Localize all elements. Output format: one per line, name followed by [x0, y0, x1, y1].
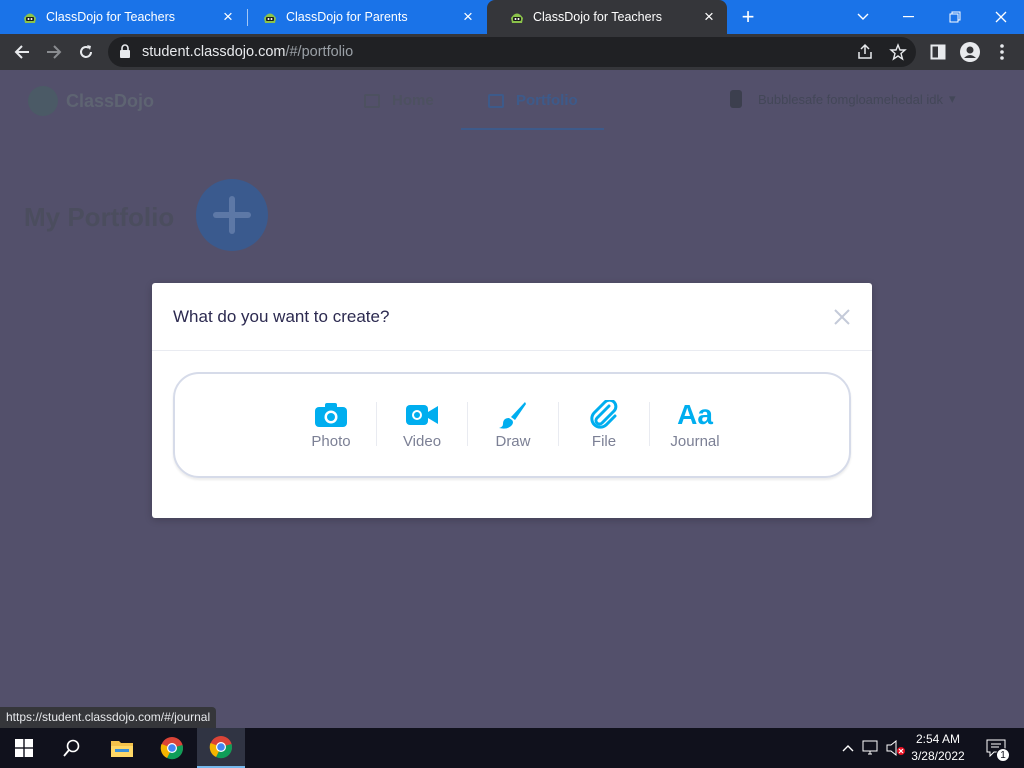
back-button[interactable]: [8, 38, 36, 66]
notification-count-badge: 1: [996, 748, 1010, 762]
tab-close-icon[interactable]: ×: [701, 8, 717, 25]
add-post-button[interactable]: [196, 179, 268, 251]
classdojo-logo-icon: [28, 86, 58, 116]
browser-toolbar: student.classdojo.com/#/portfolio: [0, 34, 1024, 70]
reload-button[interactable]: [72, 38, 100, 66]
tab-close-icon[interactable]: ×: [460, 8, 476, 25]
url-text: student.classdojo.com/#/portfolio: [142, 44, 353, 60]
network-icon[interactable]: [861, 738, 881, 758]
create-modal: What do you want to create? Photo Video: [152, 283, 872, 518]
classdojo-logo[interactable]: ClassDojo: [28, 86, 154, 116]
draw-option[interactable]: Draw: [468, 400, 558, 450]
chrome-active-taskbar-button[interactable]: [197, 728, 245, 768]
active-nav-indicator: [461, 128, 604, 130]
windows-logo-icon: [15, 739, 33, 757]
file-option[interactable]: File: [559, 400, 649, 450]
tab-title: ClassDojo for Teachers: [533, 10, 662, 24]
home-icon: [364, 93, 380, 108]
url-path: /#/portfolio: [285, 44, 354, 60]
user-icon: [730, 90, 742, 108]
chrome-menu-button[interactable]: [988, 38, 1016, 66]
tab-search-icon[interactable]: [840, 0, 886, 34]
chrome-icon: [209, 736, 232, 759]
logo-text: ClassDojo: [66, 90, 155, 111]
side-panel-icon: [930, 44, 946, 60]
classdojo-favicon-icon: [509, 9, 525, 25]
classdojo-favicon-icon: [22, 9, 38, 25]
close-icon[interactable]: [832, 307, 852, 327]
chrome-icon: [160, 737, 183, 760]
tab-close-icon[interactable]: ×: [220, 8, 236, 25]
classdojo-favicon-icon: [262, 9, 278, 25]
clock-time: 2:54 AM: [915, 732, 961, 746]
video-camera-icon: [377, 400, 467, 430]
new-tab-button[interactable]: +: [738, 6, 758, 28]
nav-portfolio[interactable]: Portfolio: [488, 92, 578, 109]
browser-tab-2[interactable]: ClassDojo for Parents ×: [240, 0, 486, 34]
journal-glyph: Aa: [677, 399, 713, 430]
forward-arrow-icon: [47, 45, 62, 59]
page-title: My Portfolio: [24, 202, 175, 232]
file-label: File: [591, 433, 617, 450]
journal-option[interactable]: Aa Journal: [650, 400, 740, 451]
modal-title: What do you want to create?: [173, 307, 390, 326]
back-arrow-icon: [14, 45, 29, 59]
video-option[interactable]: Video: [377, 400, 467, 450]
chevron-down-icon: ▾: [949, 91, 956, 106]
chrome-taskbar-button[interactable]: [148, 728, 196, 768]
nav-home-label: Home: [392, 92, 434, 109]
more-vert-icon: [1000, 44, 1004, 60]
modal-header: What do you want to create?: [152, 283, 872, 351]
browser-tab-3[interactable]: ClassDojo for Teachers ×: [487, 0, 727, 34]
notifications-icon[interactable]: 1: [984, 738, 1010, 762]
tab-title: ClassDojo for Parents: [286, 10, 408, 24]
journal-label: Journal: [670, 433, 720, 450]
start-button[interactable]: [0, 728, 48, 768]
restore-button[interactable]: [932, 0, 978, 34]
photo-label: Photo: [311, 433, 351, 450]
create-options: Photo Video Draw File Aa Journal: [173, 372, 851, 478]
text-aa-icon: Aa: [650, 400, 740, 430]
lock-icon[interactable]: [119, 44, 131, 64]
camera-icon: [286, 400, 376, 430]
paintbrush-icon: [468, 400, 558, 430]
link-status-bubble: https://student.classdojo.com/#/journal: [0, 707, 217, 728]
profile-button[interactable]: [956, 38, 984, 66]
photo-option[interactable]: Photo: [286, 400, 376, 450]
browser-tab-1[interactable]: ClassDojo for Teachers ×: [0, 0, 246, 34]
tab-title: ClassDojo for Teachers: [46, 10, 175, 24]
address-bar[interactable]: student.classdojo.com/#/portfolio: [108, 37, 916, 67]
forward-button[interactable]: [40, 38, 68, 66]
user-menu[interactable]: Bubblesafe fomgloamehedal idk ▾: [730, 90, 956, 108]
folder-icon: [111, 741, 133, 757]
search-button[interactable]: [48, 728, 96, 768]
nav-home[interactable]: Home: [364, 92, 434, 109]
paperclip-icon: [559, 400, 649, 430]
search-icon: [63, 739, 80, 757]
bookmark-star-icon[interactable]: [889, 43, 907, 61]
show-hidden-icons-chevron-icon[interactable]: [838, 738, 858, 758]
url-domain: student.classdojo.com: [142, 44, 286, 60]
windows-taskbar: 2:54 AM 3/28/2022 1: [0, 728, 1024, 768]
side-panel-button[interactable]: [924, 38, 952, 66]
draw-label: Draw: [495, 433, 531, 450]
system-clock[interactable]: 2:54 AM 3/28/2022: [906, 731, 970, 765]
close-window-button[interactable]: [978, 0, 1024, 34]
browser-tab-strip: ClassDojo for Teachers × ClassDojo for P…: [0, 0, 1024, 34]
share-icon[interactable]: [856, 43, 874, 61]
video-label: Video: [402, 433, 442, 450]
portfolio-icon: [488, 93, 504, 108]
clock-date: 3/28/2022: [911, 749, 965, 763]
profile-avatar-icon: [960, 42, 980, 62]
minimize-button[interactable]: [886, 0, 932, 34]
file-explorer-button[interactable]: [98, 728, 146, 768]
volume-muted-icon[interactable]: [886, 738, 906, 758]
nav-portfolio-label: Portfolio: [516, 92, 578, 109]
reload-icon: [80, 45, 92, 58]
user-name: Bubblesafe fomgloamehedal idk: [758, 91, 944, 107]
